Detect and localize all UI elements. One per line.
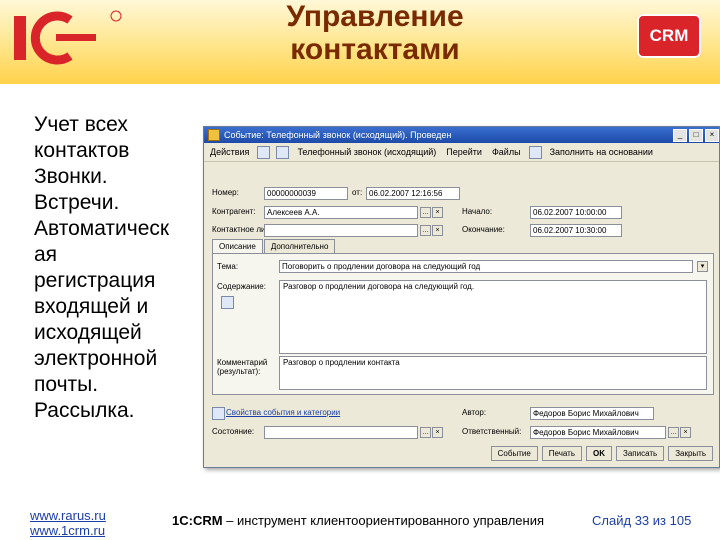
ok-button[interactable]: OK (586, 446, 612, 461)
tab-panel: Тема: Поговорить о продлении договора на… (212, 253, 714, 395)
select-icon[interactable]: … (420, 427, 431, 438)
dropdown-icon[interactable]: ▾ (697, 261, 708, 272)
files-button[interactable]: Файлы (490, 147, 523, 157)
event-icon (208, 129, 220, 141)
bottom-buttons: Событие Печать OK Записать Закрыть (490, 446, 713, 461)
label-kommentariy: Комментарий (результат): (217, 358, 268, 376)
clear-icon[interactable]: × (680, 427, 691, 438)
bullet-list: Учет всех контактов Звонки. Встречи. Авт… (34, 112, 209, 424)
clear-icon[interactable]: × (432, 427, 443, 438)
slide-number: 33 (634, 513, 650, 528)
nomer-field[interactable]: 00000000039 (264, 187, 348, 200)
label-otvetstvennyy: Ответственный: (462, 427, 522, 436)
bullet-line: входящей и (34, 295, 149, 318)
kontragent-field[interactable]: Алексеев А.А. (264, 206, 418, 219)
author-field[interactable]: Федоров Борис Михайлович (530, 407, 654, 420)
bullet-line: регистрация (34, 269, 156, 292)
bullet-line: ая (34, 243, 58, 266)
actions-menu[interactable]: Действия (208, 147, 251, 157)
select-icon[interactable]: … (420, 207, 431, 218)
fill-based-menu[interactable]: Заполнить на основании (548, 147, 655, 157)
bullet-line: почты. (34, 373, 99, 396)
end-field[interactable]: 06.02.2007 10:30:00 (530, 224, 622, 237)
label-ot: от: (352, 188, 363, 197)
footer-title-sub: – инструмент клиентоориентированного упр… (226, 513, 544, 528)
site-link-rarus[interactable]: www.rarus.ru (30, 508, 106, 523)
close-button[interactable]: Закрыть (668, 446, 713, 461)
event-window: Событие: Телефонный звонок (исходящий). … (203, 126, 720, 468)
bullet-line: Автоматическ (34, 217, 170, 240)
state-field[interactable] (264, 426, 418, 439)
bullet-line: контактов (34, 139, 130, 162)
label-nachalo: Начало: (462, 207, 493, 216)
post-icon[interactable] (276, 145, 290, 159)
slide-of: из (652, 513, 667, 528)
bullet-line: электронной (34, 347, 158, 370)
print-button[interactable]: Печать (541, 446, 582, 461)
bullet-line: Встречи. (34, 191, 120, 214)
1c-logo (14, 10, 122, 65)
slide-label: Слайд (592, 513, 632, 528)
bullet-line: исходящей (34, 321, 142, 344)
maximize-icon[interactable]: □ (689, 128, 703, 142)
minimize-icon[interactable]: _ (673, 128, 687, 142)
subject-field[interactable]: Поговорить о продлении договора на следу… (279, 260, 693, 273)
content-area[interactable]: Разговор о продлении договора на следующ… (279, 280, 707, 354)
toolbar: Действия Телефонный звонок (исходящий) П… (204, 143, 719, 162)
label-sostoyanie: Состояние: (212, 427, 255, 436)
bullet-line: Рассылка. (34, 399, 135, 422)
label-kontragent: Контрагент: (212, 207, 256, 216)
edit-icon[interactable] (221, 296, 234, 309)
goto-menu[interactable]: Перейти (444, 147, 484, 157)
bullet-line: Учет всех (34, 113, 128, 136)
window-titlebar[interactable]: Событие: Телефонный звонок (исходящий). … (204, 127, 719, 143)
slide-total: 105 (669, 513, 692, 528)
page-title: Управление контактами (230, 0, 520, 66)
footer-title: 1С:CRM – инструмент клиентоориентированн… (172, 513, 544, 528)
window-title: Событие: Телефонный звонок (исходящий). … (224, 130, 452, 140)
label-tema: Тема: (217, 262, 239, 271)
properties-link[interactable]: Свойства события и категории (226, 408, 340, 417)
date-field[interactable]: 06.02.2007 12:16:56 (366, 187, 460, 200)
select-icon[interactable]: … (420, 225, 431, 236)
mail-icon[interactable] (528, 145, 542, 159)
contact-person-field[interactable] (264, 224, 418, 237)
tab-additional[interactable]: Дополнительно (263, 239, 336, 253)
label-okonchanie: Окончание: (462, 225, 505, 234)
label-soderzhanie: Содержание: (217, 282, 266, 291)
properties-icon[interactable] (212, 407, 225, 420)
tab-description[interactable]: Описание (212, 239, 263, 253)
clear-icon[interactable]: × (432, 207, 443, 218)
tab-bar: Описание Дополнительно (212, 239, 336, 253)
slide-counter: Слайд 33 из 105 (592, 513, 691, 528)
crm-badge: CRM (637, 14, 701, 58)
footer-title-main: 1С:CRM (172, 513, 223, 528)
clear-icon[interactable]: × (432, 225, 443, 236)
select-icon[interactable]: … (668, 427, 679, 438)
call-type-menu[interactable]: Телефонный звонок (исходящий) (295, 147, 438, 157)
label-nomer: Номер: (212, 188, 239, 197)
site-link-1crm[interactable]: www.1crm.ru (30, 523, 105, 538)
label-avtor: Автор: (462, 408, 487, 417)
title-line-2: контактами (290, 33, 460, 66)
bullet-line: Звонки. (34, 165, 108, 188)
title-line-1: Управление (286, 0, 464, 33)
comment-area[interactable]: Разговор о продлении контакта (279, 356, 707, 390)
footer: www.rarus.ru www.1crm.ru 1С:CRM – инстру… (0, 498, 720, 540)
event-button[interactable]: Событие (490, 446, 538, 461)
start-field[interactable]: 06.02.2007 10:00:00 (530, 206, 622, 219)
responsible-field[interactable]: Федоров Борис Михайлович (530, 426, 666, 439)
close-icon[interactable]: × (705, 128, 719, 142)
save-button[interactable]: Записать (616, 446, 665, 461)
save-icon[interactable] (257, 145, 271, 159)
